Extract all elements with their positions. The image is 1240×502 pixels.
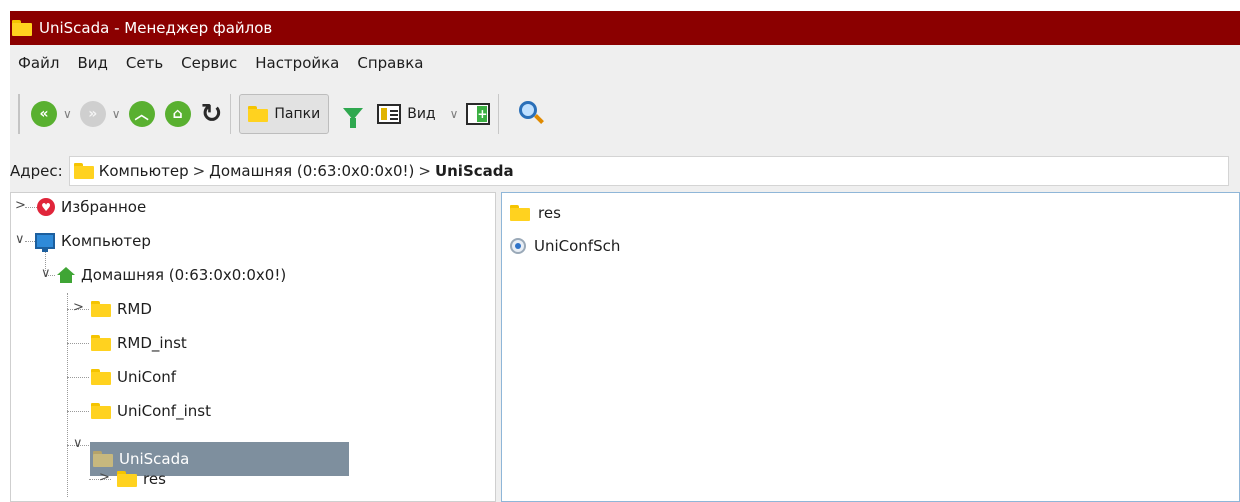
toolbar: « ∨ » ∨ ︿ ⌂ ↻ Папки Вид ∨ xyxy=(10,85,1240,143)
back-dropdown-chevron-icon[interactable]: ∨ xyxy=(63,107,72,121)
back-icon[interactable]: « xyxy=(31,101,57,127)
menu-service[interactable]: Сервис xyxy=(172,54,246,72)
collapse-chevron-icon[interactable]: ∨ xyxy=(41,266,51,281)
tree-item-label: RMD_inst xyxy=(117,334,187,352)
address-bar: Адрес: Компьютер > Домашняя (0:63:0x0:0x… xyxy=(10,155,1240,187)
expand-chevron-icon[interactable]: > xyxy=(73,300,84,315)
file-item-label: res xyxy=(538,204,561,222)
tree-item-label: Компьютер xyxy=(61,232,151,250)
folder-icon xyxy=(510,205,530,221)
folder-icon xyxy=(91,369,111,385)
tree-item-res[interactable]: res xyxy=(117,465,166,493)
file-item-uniconfsch[interactable]: UniConfSch xyxy=(510,233,620,259)
menu-settings[interactable]: Настройка xyxy=(246,54,348,72)
file-manager-window: UniScada - Менеджер файлов Файл Вид Сеть… xyxy=(10,11,1240,502)
file-item-label: UniConfSch xyxy=(534,237,621,255)
menu-view[interactable]: Вид xyxy=(68,54,116,72)
view-icon[interactable] xyxy=(377,104,402,124)
folder-icon xyxy=(93,451,113,467)
tree-item-label: RMD xyxy=(117,300,152,318)
folder-icon xyxy=(91,335,111,351)
file-item-res[interactable]: res xyxy=(510,200,561,226)
panel-icon[interactable] xyxy=(466,103,491,125)
folder-tree[interactable]: > ♥ Избранное ∨ Компьютер ∨ Домашняя (0:… xyxy=(10,192,496,502)
tree-item-label: res xyxy=(143,470,166,488)
expand-chevron-icon[interactable]: > xyxy=(99,470,110,485)
expand-chevron-icon[interactable]: > xyxy=(15,198,26,213)
folder-icon xyxy=(91,301,111,317)
address-label: Адрес: xyxy=(10,162,63,180)
folders-icon xyxy=(248,106,269,122)
folder-icon xyxy=(91,403,111,419)
file-icon xyxy=(510,238,526,254)
tree-item-computer[interactable]: Компьютер xyxy=(35,227,151,255)
up-icon[interactable]: ︿ xyxy=(128,101,155,127)
tree-item-label: UniConf xyxy=(117,368,177,386)
tree-item-label: UniConf_inst xyxy=(117,402,211,420)
menu-file[interactable]: Файл xyxy=(10,54,68,72)
breadcrumb-home[interactable]: Домашняя (0:63:0x0:0x0!) xyxy=(209,162,414,180)
menu-help[interactable]: Справка xyxy=(348,54,432,72)
filter-icon[interactable] xyxy=(343,108,364,128)
breadcrumb-separator: > xyxy=(418,162,431,180)
tree-item-label: Избранное xyxy=(61,198,147,216)
folder-icon xyxy=(12,20,32,36)
title-bar: UniScada - Менеджер файлов xyxy=(10,11,1240,45)
view-dropdown-chevron-icon[interactable]: ∨ xyxy=(450,107,459,121)
tree-item-rmd[interactable]: RMD xyxy=(91,295,152,323)
menu-network[interactable]: Сеть xyxy=(117,54,172,72)
breadcrumb-current[interactable]: UniScada xyxy=(435,162,514,180)
tree-item-uniconf-inst[interactable]: UniConf_inst xyxy=(91,397,211,425)
forward-dropdown-chevron-icon[interactable]: ∨ xyxy=(112,107,121,121)
search-icon[interactable] xyxy=(519,101,545,127)
heart-icon: ♥ xyxy=(37,198,55,216)
collapse-chevron-icon[interactable]: ∨ xyxy=(73,436,83,451)
breadcrumb-computer[interactable]: Компьютер xyxy=(99,162,189,180)
tree-item-rmd-inst[interactable]: RMD_inst xyxy=(91,329,187,357)
forward-icon[interactable]: » xyxy=(79,101,106,127)
tree-item-uniconf[interactable]: UniConf xyxy=(91,363,176,391)
file-list[interactable]: res UniConfSch xyxy=(501,192,1240,502)
folders-button-label: Папки xyxy=(274,106,321,122)
folder-icon xyxy=(117,471,137,487)
menu-bar: Файл Вид Сеть Сервис Настройка Справка xyxy=(10,45,1240,81)
tree-item-home[interactable]: Домашняя (0:63:0x0:0x0!) xyxy=(57,261,286,289)
breadcrumb-separator: > xyxy=(192,162,206,180)
view-button-label[interactable]: Вид xyxy=(407,106,435,122)
folder-icon xyxy=(73,163,94,179)
home-icon xyxy=(57,267,75,283)
toolbar-separator xyxy=(230,94,232,134)
tree-item-label: Домашняя (0:63:0x0:0x0!) xyxy=(81,266,287,284)
home-icon[interactable]: ⌂ xyxy=(164,101,191,127)
toolbar-grip[interactable] xyxy=(18,94,21,134)
toolbar-separator xyxy=(498,94,500,134)
address-field[interactable]: Компьютер > Домашняя (0:63:0x0:0x0!) > U… xyxy=(68,156,1229,186)
computer-icon xyxy=(35,233,55,252)
tree-item-favorites[interactable]: ♥ Избранное xyxy=(37,193,146,221)
refresh-icon[interactable]: ↻ xyxy=(201,101,223,127)
folders-button[interactable]: Папки xyxy=(239,94,330,134)
window-title: UniScada - Менеджер файлов xyxy=(39,19,273,37)
collapse-chevron-icon[interactable]: ∨ xyxy=(15,232,25,247)
